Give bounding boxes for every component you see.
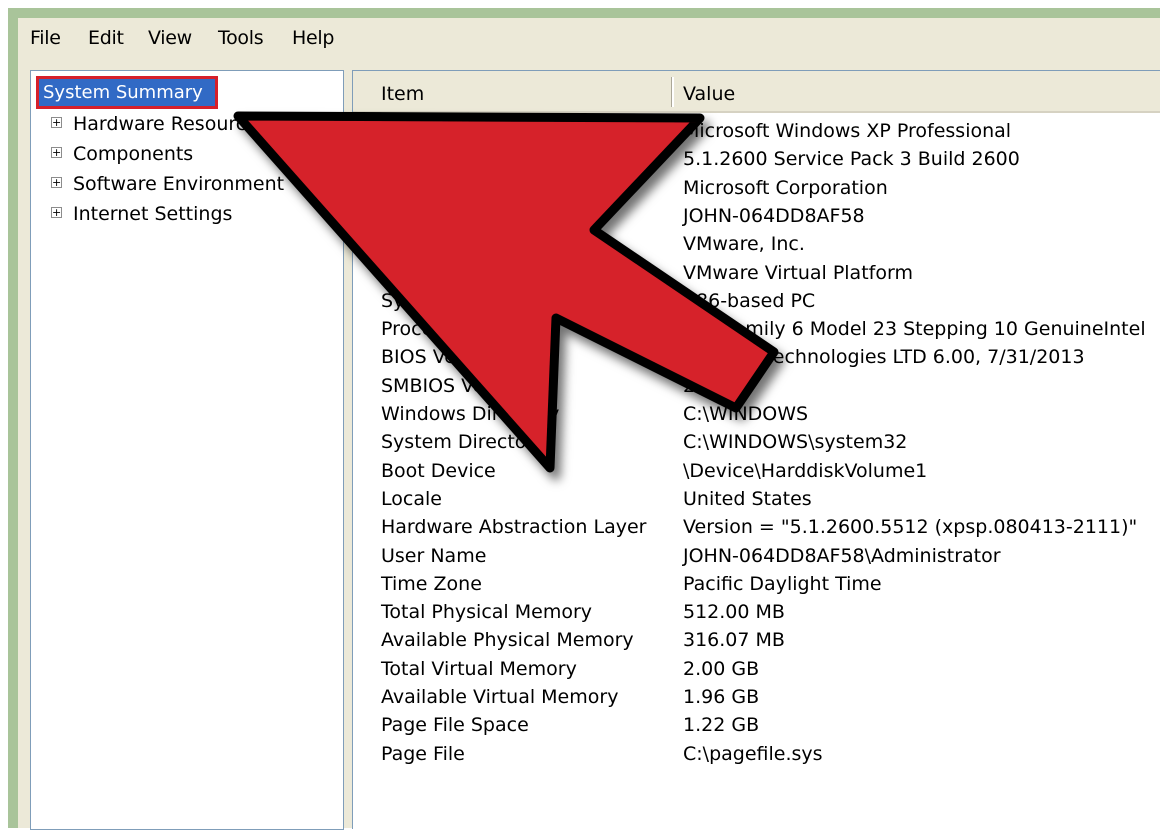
pointer-arrow-icon [233,111,779,473]
arrow-shape [233,111,779,473]
